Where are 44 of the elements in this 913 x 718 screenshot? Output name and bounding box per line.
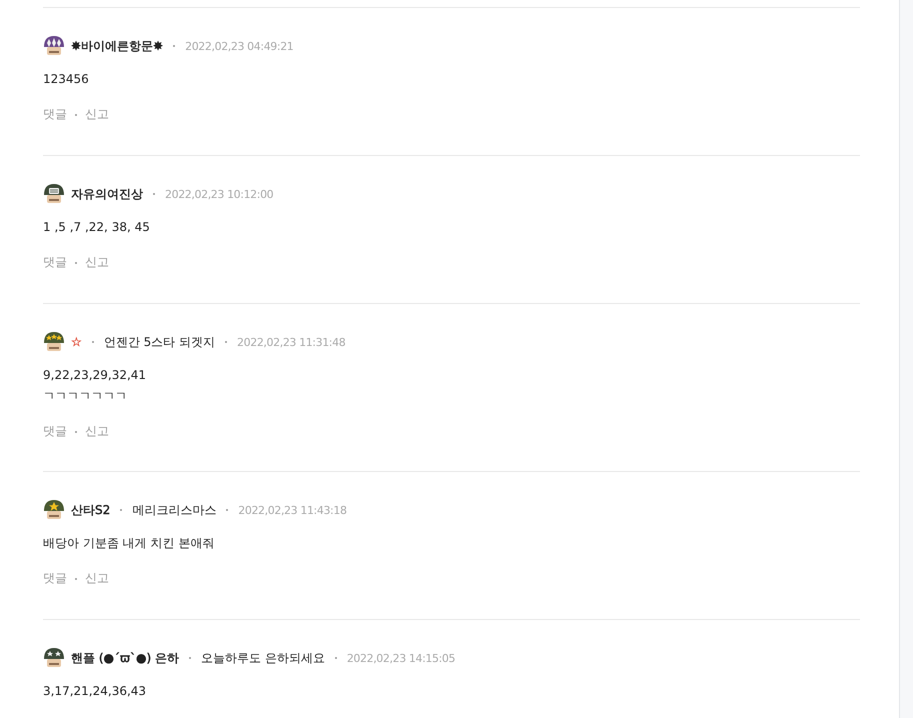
separator-dot <box>334 657 337 659</box>
separator-dot <box>120 509 122 511</box>
avatar-icon <box>43 647 65 669</box>
separator-dot <box>225 341 228 343</box>
separator-dot <box>75 262 77 264</box>
comment-action-link[interactable]: 신고 <box>85 106 109 123</box>
separator-dot <box>75 114 77 116</box>
comment-action-link[interactable]: 댓글 <box>43 423 67 440</box>
separator-dot <box>75 430 77 432</box>
separator-dot <box>173 45 176 47</box>
comment-action-link[interactable]: 신고 <box>85 423 109 440</box>
comment-action-link[interactable]: 댓글 <box>43 254 67 271</box>
user-motto: 오늘하루도 은하되세요 <box>200 650 325 666</box>
avatar-icon <box>43 499 65 521</box>
separator-dot <box>75 578 77 580</box>
comment-text: 9,22,23,29,32,41 <box>43 367 148 384</box>
comment-text: 배당아 기분좀 내게 치킨 본애줘 <box>43 535 216 552</box>
separator-dot <box>92 341 94 343</box>
comment-text: 1 ,5 ,7 ,22, 38, 45 <box>43 219 151 236</box>
avatar-icon <box>43 35 65 57</box>
avatar-icon <box>43 183 65 205</box>
separator-dot <box>188 657 191 659</box>
user-name[interactable]: 산타S2 <box>71 502 110 518</box>
comment-text: ㄱㄱㄱㄱㄱㄱㄱ <box>43 388 128 405</box>
user-name[interactable]: 핸플 (●´ϖ`●) 은하 <box>71 650 179 666</box>
comment-action-link[interactable]: 댓글 <box>43 570 67 587</box>
separator-dot <box>226 509 228 511</box>
comment-date: 2022,02,23 11:43:18 <box>238 504 347 516</box>
user-motto: 언젠간 5스타 되겟지 <box>104 334 216 350</box>
avatar-icon <box>43 331 65 353</box>
user-name[interactable]: ✸바이에른항문✸ <box>71 38 164 54</box>
user-name[interactable]: ☆ <box>71 335 82 349</box>
separator-dot <box>153 193 155 195</box>
comment-action-link[interactable]: 신고 <box>85 570 109 587</box>
comment-action-link[interactable]: 신고 <box>85 254 109 271</box>
comment-action-link[interactable]: 댓글 <box>43 106 67 123</box>
comment-date: 2022,02,23 14:15:05 <box>346 652 456 664</box>
comment-text: 123456 <box>43 71 90 88</box>
user-name[interactable]: 자유의여진상 <box>71 186 143 202</box>
comment-date: 2022,02,23 10:12:00 <box>165 188 274 200</box>
user-motto: 메리크리스마스 <box>132 502 216 518</box>
comment-text: 3,17,21,24,36,43 <box>43 683 148 700</box>
comment-date: 2022,02,23 11:31:48 <box>237 336 346 348</box>
comment-date: 2022,02,23 04:49:21 <box>185 40 294 52</box>
